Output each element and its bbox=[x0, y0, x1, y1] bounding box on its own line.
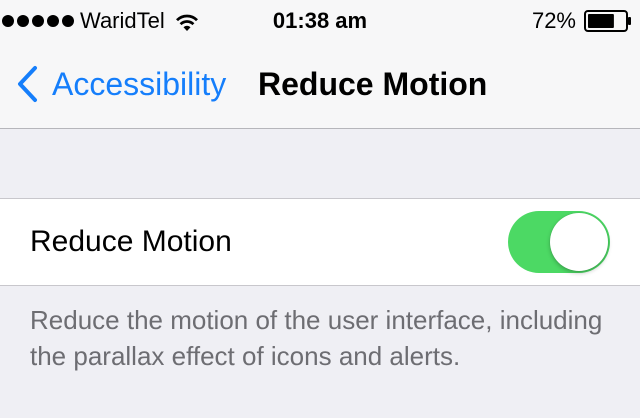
page-title: Reduce Motion bbox=[258, 66, 488, 102]
back-button[interactable]: Accessibility bbox=[16, 62, 226, 106]
settings-group: Reduce Motion bbox=[0, 198, 640, 286]
status-bar: WaridTel 01:38 am 72% bbox=[0, 0, 640, 40]
reduce-motion-description: Reduce the motion of the user interface,… bbox=[30, 305, 603, 371]
reduce-motion-label: Reduce Motion bbox=[30, 225, 232, 258]
navigation-bar: Accessibility Reduce Motion bbox=[0, 40, 640, 129]
battery-percent: 72% bbox=[531, 8, 576, 33]
battery-icon bbox=[584, 10, 631, 32]
back-button-label: Accessibility bbox=[52, 66, 227, 102]
chevron-left-icon bbox=[18, 66, 37, 102]
toggle-knob[interactable] bbox=[550, 213, 608, 271]
status-right: 72% bbox=[532, 6, 632, 36]
battery-fill bbox=[588, 14, 614, 28]
reduce-motion-toggle[interactable] bbox=[508, 211, 610, 273]
